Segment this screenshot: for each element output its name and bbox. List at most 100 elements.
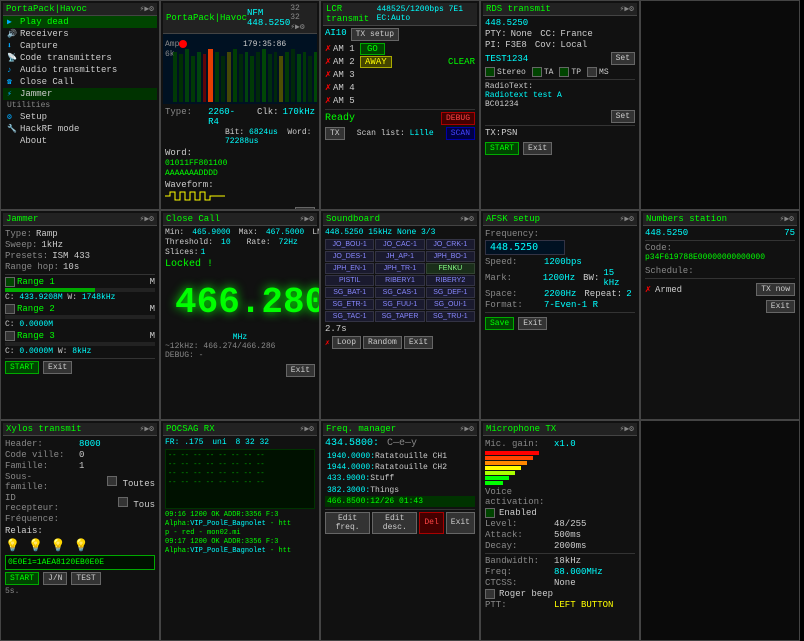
ta-checkbox[interactable] (532, 67, 542, 77)
sound-jph-tr[interactable]: JPH_TR-1 (375, 263, 424, 274)
radiotext-id: BC01234 (485, 100, 635, 109)
xylos-freq-row: Fréquence: (5, 514, 155, 524)
random-button[interactable]: Random (363, 336, 402, 349)
jammer-hop-row: Range hop: 10s (5, 262, 155, 272)
sound-jph-bo[interactable]: JPH_BO-1 (426, 251, 475, 262)
duration-label: 5s. (5, 587, 155, 596)
menu-code-tx[interactable]: 📡 Code transmitters (3, 52, 157, 64)
sound-sg-bat[interactable]: SG_BAT-1 (325, 287, 374, 298)
menu-play-dead[interactable]: ▶ Play dead (3, 16, 157, 28)
save-button[interactable]: Save (485, 317, 514, 330)
ms-checkbox[interactable] (587, 67, 597, 77)
menu-audio-tx[interactable]: ♪ Audio transmitters (3, 64, 157, 76)
range2-checkbox[interactable] (5, 304, 15, 314)
word-section: Word: 01011FF801100 AAAAAAADDDD (165, 148, 315, 178)
set2-button[interactable]: Set (611, 110, 635, 123)
sound-sg-tac[interactable]: SG_TAC-1 (325, 311, 374, 322)
tous-checkbox[interactable] (118, 497, 128, 507)
sound-ribery1[interactable]: RIBERY1 (375, 275, 424, 286)
receivers-icon: 🔊 (7, 29, 17, 39)
pocsag-msg-2: Alpha:VIP_PoolE_Bagnolet - htt (165, 520, 315, 529)
jammer-exit-button[interactable]: Exit (43, 361, 72, 374)
exit-button[interactable]: Exit (523, 142, 552, 155)
xylos-start-button[interactable]: START (5, 572, 39, 585)
sound-sg-taper[interactable]: SG_TAPER (375, 311, 424, 322)
afsk-freq-row: Frequency: (485, 229, 635, 239)
jammer-start-button[interactable]: START (5, 361, 39, 374)
menu-hackrf[interactable]: 🔧 HackRF mode (3, 123, 157, 135)
scan-button[interactable]: SCAN (446, 127, 475, 140)
max-val: 467.5000 (266, 228, 304, 237)
sound-sg-def[interactable]: SG_DEF-1 (426, 287, 475, 298)
toutes-checkbox[interactable] (107, 476, 117, 486)
freq-item-4[interactable]: 382.3000:Things (325, 485, 475, 496)
code-label: Code: (645, 243, 672, 253)
go-button[interactable]: GO (360, 43, 385, 55)
debug-button[interactable]: DEBUG (441, 112, 475, 125)
mark-row: Mark: 1200Hz BW: 15 kHz (485, 268, 635, 288)
mic-content: Mic. gain: x1.0 Voice activation: (483, 436, 637, 613)
range3-m: M (150, 331, 155, 341)
ns-exit-button[interactable]: Exit (766, 300, 795, 313)
xylos-test-button[interactable]: TEST (71, 572, 100, 585)
sound-sg-oui[interactable]: SG_OUI-1 (426, 299, 475, 310)
menu-about[interactable]: About (3, 135, 157, 147)
freq-manager-exit-button[interactable]: Exit (446, 512, 475, 534)
ctcss-val: None (554, 578, 576, 588)
range1-checkbox[interactable] (5, 277, 15, 287)
bit-info: Bit: 6824us Word: 72288us (225, 128, 315, 146)
jn-button[interactable]: J/N (43, 572, 67, 585)
sound-jph-en[interactable]: JPH_EN-1 (325, 263, 374, 274)
menu-close-call[interactable]: ☎ Close Call (3, 76, 157, 88)
edit-desc-button[interactable]: Edit desc. (372, 512, 417, 534)
range2-m: M (150, 304, 155, 314)
menu-jammer[interactable]: ⚡ Jammer (3, 88, 157, 100)
sound-sg-cas[interactable]: SG_CAS-1 (375, 287, 424, 298)
loop-button[interactable]: Loop (332, 336, 361, 349)
close-call-exit-button[interactable]: Exit (286, 364, 315, 377)
start-button[interactable]: START (485, 142, 519, 155)
sound-jo-crk[interactable]: JO_CRK-1 (426, 239, 475, 250)
away-button[interactable]: AWAY (360, 56, 392, 68)
roger-beep-checkbox[interactable] (485, 589, 495, 599)
afsk-exit-button[interactable]: Exit (518, 317, 547, 330)
freq-item-1[interactable]: 1940.0000:Ratatouille CH1 (325, 451, 475, 462)
set1-button[interactable]: Set (611, 52, 635, 65)
sound-pistil[interactable]: PISTIL (325, 275, 374, 286)
edit-freq-button[interactable]: Edit freq. (325, 512, 370, 534)
freq-item-5[interactable]: 466.8500:12/26 01:43 (325, 496, 475, 507)
enabled-checkbox[interactable] (485, 508, 495, 518)
stereo-checkbox[interactable] (485, 67, 495, 77)
jammer-buttons: START Exit (5, 361, 155, 374)
range3-checkbox[interactable] (5, 331, 15, 341)
menu-capture[interactable]: ⬇ Capture (3, 40, 157, 52)
sound-ribery2[interactable]: RIBERY2 (426, 275, 475, 286)
sweep-label: Sweep: (5, 240, 37, 250)
sound-sg-fuu[interactable]: SG_FUU-1 (375, 299, 424, 310)
code-ville-label: Code ville: (5, 450, 75, 460)
soundboard-exit-button[interactable]: Exit (404, 336, 433, 349)
am1-row: ✗ AM 1 GO (325, 43, 475, 55)
freq-item-2[interactable]: 1944.0000:Ratatouille CH2 (325, 462, 475, 473)
menu-receivers[interactable]: 🔊 Receivers (3, 28, 157, 40)
sound-jo-cac[interactable]: JO_CAC-1 (375, 239, 424, 250)
del-button[interactable]: Del (419, 512, 443, 534)
xylos-sous-famille-row: Sous-famille: Toutes (5, 472, 155, 492)
xylos-header-row: Header: 8000 (5, 439, 155, 449)
sound-jh-ap[interactable]: JH_AP-1 (375, 251, 424, 262)
lcr-tx-button[interactable]: TX (325, 127, 345, 140)
tx-setup-button[interactable]: TX setup (351, 28, 399, 41)
sound-jo-des[interactable]: JO_DES-1 (325, 251, 374, 262)
tp-checkbox[interactable] (559, 67, 569, 77)
sound-sg-etr[interactable]: SG_ETR-1 (325, 299, 374, 310)
encoders-tx-title: PortaPack|Havoc (166, 13, 247, 23)
freq-input[interactable] (485, 240, 565, 255)
sound-fenku[interactable]: FENKU (426, 263, 475, 274)
stereo-row: Stereo TA TP MS (485, 67, 635, 77)
encoders-tx-header: PortaPack|Havoc NFM 448.5250 32 32 ⚡▶⚙ (163, 3, 317, 34)
sound-sg-tru[interactable]: SG_TRU-1 (426, 311, 475, 322)
sound-jo-bou[interactable]: JO_BOU-1 (325, 239, 374, 250)
tx-now-button[interactable]: TX now (756, 283, 795, 296)
freq-item-3[interactable]: 433.9000:Stuff (325, 473, 475, 484)
menu-setup[interactable]: ⚙ Setup (3, 111, 157, 123)
